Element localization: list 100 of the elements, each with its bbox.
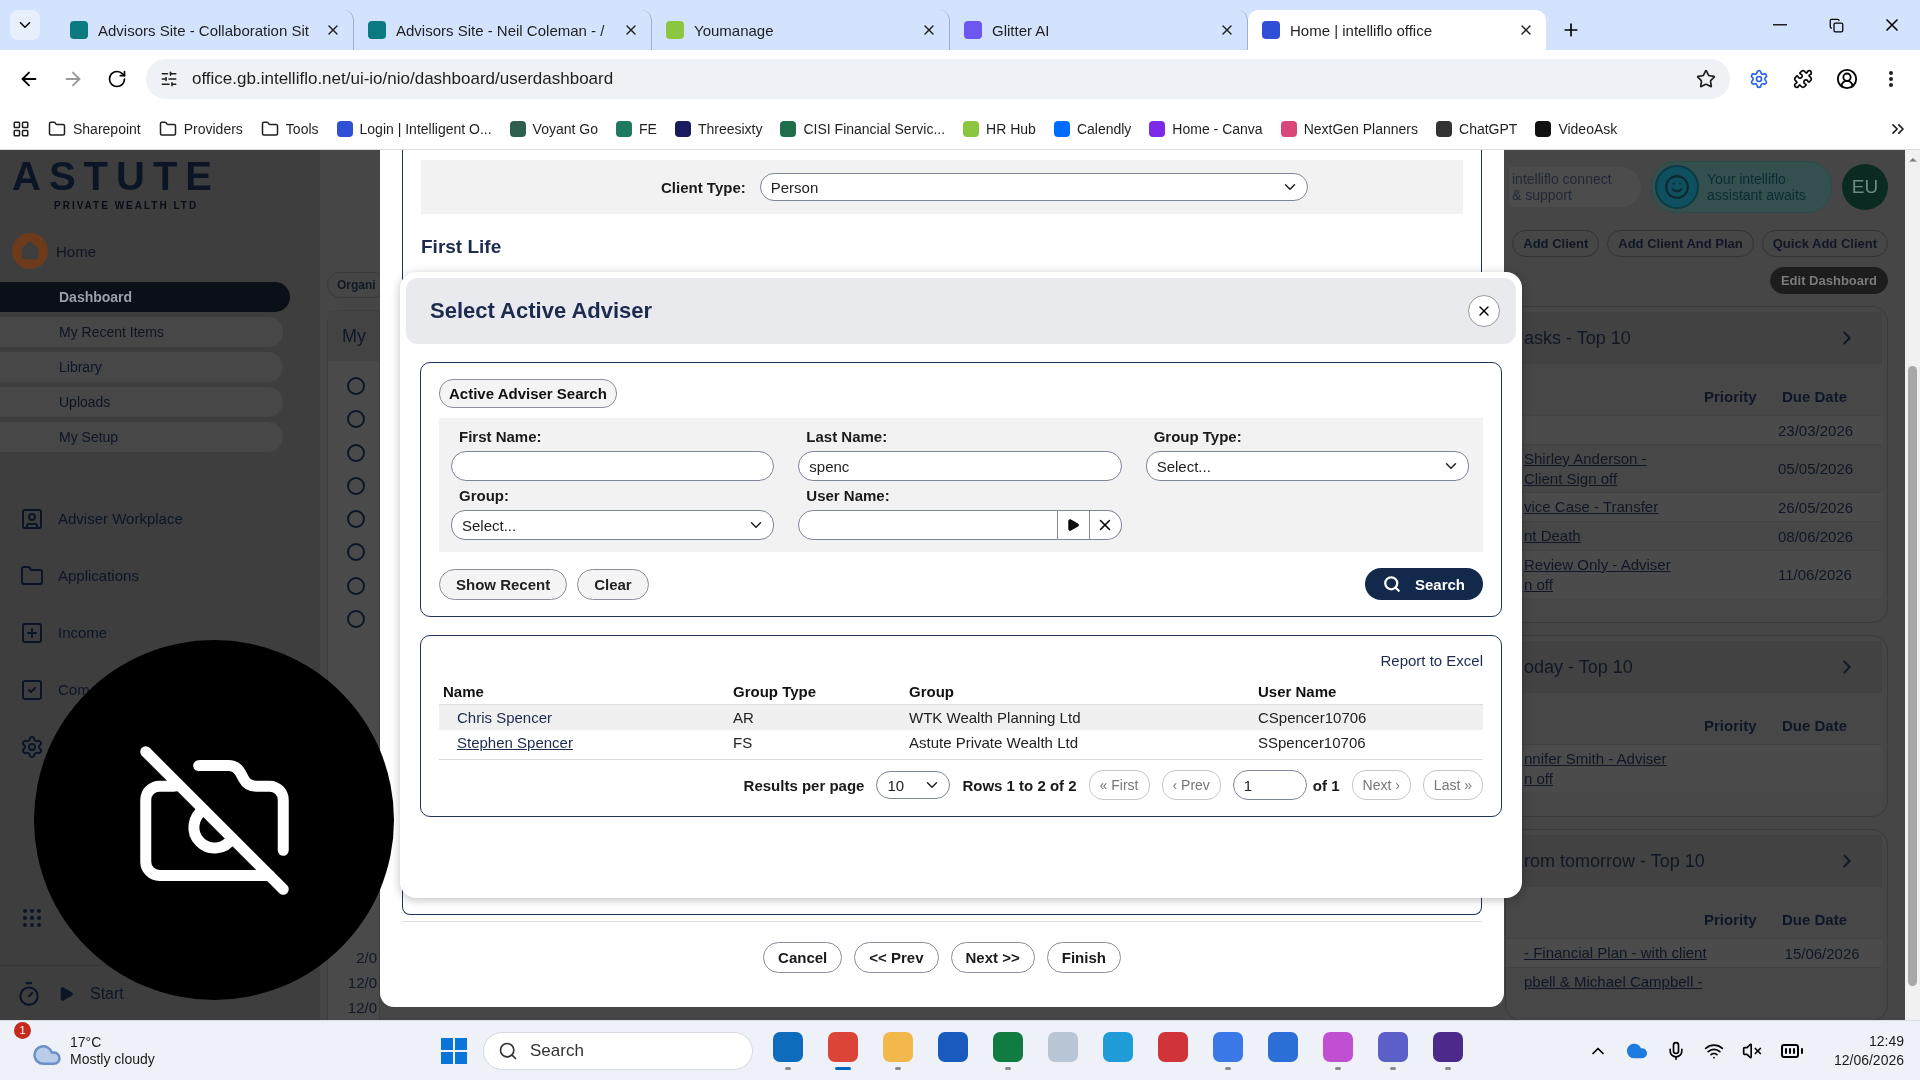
- table-cell: AR: [729, 705, 905, 730]
- bookmark[interactable]: Providers: [158, 119, 243, 138]
- user-avatar[interactable]: EU: [1842, 164, 1888, 210]
- bookmark[interactable]: Login | Intelligent O...: [336, 120, 492, 137]
- due-date: 05/05/2026: [1778, 460, 1854, 477]
- bookmark[interactable]: Threesixty: [674, 120, 763, 137]
- muted-speaker-icon[interactable]: [1741, 1040, 1762, 1061]
- dialog-title: Select Active Adviser: [430, 298, 653, 324]
- bookmark[interactable]: Voyant Go: [509, 120, 598, 137]
- action-button[interactable]: Show Recent: [439, 568, 568, 600]
- address-bar[interactable]: office.gb.intelliflo.net/ui-io/nio/dashboard/userdashboard: [146, 59, 1730, 99]
- clear-field-button[interactable]: [1089, 510, 1122, 540]
- column-header: Priority: [1703, 387, 1758, 407]
- field-label: Client Type:: [661, 178, 746, 196]
- column-header: Due Date: [1781, 387, 1849, 407]
- field-label: Last Name:: [805, 428, 889, 445]
- weather-description[interactable]: Mostly cloudy: [70, 1050, 155, 1068]
- due-date: 08/06/2026: [1778, 527, 1854, 545]
- table-cell: CSpencer10706: [1254, 705, 1483, 730]
- app-icon[interactable]: [1378, 1031, 1408, 1062]
- bookmark[interactable]: NextGen Planners: [1280, 120, 1419, 137]
- temperature[interactable]: 17°C: [70, 1033, 155, 1051]
- bookmark[interactable]: CISI Financial Servic...: [780, 120, 946, 137]
- column-header: Due Date: [1781, 716, 1849, 736]
- close-button[interactable]: [1468, 295, 1500, 327]
- bookmark[interactable]: VideoAsk: [1535, 120, 1618, 137]
- wizard-button[interactable]: Finish: [1046, 942, 1121, 973]
- radio-button[interactable]: [347, 443, 365, 462]
- bookmark[interactable]: Tools: [260, 119, 319, 138]
- panel-legend: Active Adviser Search: [439, 379, 617, 408]
- app-icon[interactable]: [938, 1031, 968, 1062]
- group-type-select[interactable]: Select...: [1145, 451, 1469, 481]
- field-label: First Name:: [458, 428, 543, 445]
- due-date: 11/06/2026: [1778, 566, 1852, 583]
- wizard-button[interactable]: Next >>: [950, 942, 1035, 973]
- scrollbar-thumb[interactable]: [1908, 366, 1917, 986]
- taskbar-search[interactable]: Search: [483, 1031, 753, 1070]
- bookmark[interactable]: FE: [616, 120, 657, 137]
- bookmark[interactable]: HR Hub: [963, 120, 1036, 137]
- column-header: Priority: [1703, 716, 1758, 736]
- group-select[interactable]: Select...: [451, 510, 775, 540]
- app-icon[interactable]: [1268, 1031, 1298, 1062]
- search-button[interactable]: Search: [1364, 568, 1483, 600]
- table-cell: WTK Wealth Planning Ltd: [905, 705, 1254, 730]
- radio-button[interactable]: [347, 410, 365, 429]
- clock[interactable]: 12:49 12/06/2026: [1833, 1032, 1904, 1069]
- menu-icon: [1889, 71, 1893, 87]
- app-icon[interactable]: [1433, 1031, 1463, 1062]
- folder-icon: [260, 119, 279, 138]
- star-icon[interactable]: [1696, 69, 1716, 89]
- home-icon: [12, 233, 48, 269]
- due-date: 23/03/2026: [1778, 421, 1854, 439]
- radio-button[interactable]: [347, 543, 365, 562]
- app-icon[interactable]: [1158, 1031, 1188, 1062]
- bookmark[interactable]: Calendly: [1053, 120, 1132, 137]
- column-header: Due Date: [1781, 910, 1849, 930]
- app-icon[interactable]: [773, 1031, 803, 1062]
- due-date: 15/06/2026: [1784, 944, 1860, 962]
- radio-button[interactable]: [347, 576, 365, 595]
- field-label: Group:: [458, 487, 510, 504]
- wizard-button[interactable]: << Prev: [854, 942, 939, 973]
- radio-button[interactable]: [347, 610, 365, 629]
- wizard-button[interactable]: Cancel: [763, 942, 843, 973]
- client-type-select[interactable]: Person: [759, 173, 1308, 201]
- adviser-name-link[interactable]: Chris Spencer: [439, 705, 729, 730]
- notification-badge: 1: [14, 1021, 31, 1039]
- edit-dashboard-button[interactable]: Edit Dashboard: [1769, 267, 1888, 294]
- site-settings-icon[interactable]: [160, 70, 178, 88]
- bookmark[interactable]: ChatGPT: [1436, 120, 1518, 137]
- gear-icon: [1749, 69, 1769, 89]
- start-icon[interactable]: [440, 1036, 468, 1065]
- scrollbar[interactable]: [1905, 150, 1920, 1020]
- app-icon[interactable]: [993, 1031, 1023, 1062]
- lookup-button[interactable]: [1057, 510, 1090, 540]
- user-name-field[interactable]: [798, 510, 1058, 540]
- column-header: Priority: [1703, 910, 1758, 930]
- field-label: User Name:: [805, 487, 891, 504]
- radio-button[interactable]: [347, 476, 365, 495]
- play-icon: [1066, 518, 1081, 532]
- action-button[interactable]: Clear: [577, 568, 649, 600]
- search-icon: [498, 1040, 518, 1061]
- apps-icon[interactable]: [12, 119, 30, 138]
- first-name-field[interactable]: [451, 451, 775, 481]
- per-page-label: Results per page: [743, 776, 865, 794]
- radio-button[interactable]: [347, 510, 365, 529]
- due-date: 26/05/2026: [1778, 498, 1854, 516]
- tab-search-button[interactable]: [10, 10, 40, 40]
- browser-tab[interactable]: Home | intelliflo office: [1248, 10, 1546, 50]
- check-square-icon[interactable]: [20, 677, 44, 702]
- assistant-logo-icon: [1655, 165, 1699, 209]
- profile-icon: [1836, 68, 1858, 90]
- bookmark[interactable]: Sharepoint: [48, 119, 141, 138]
- date-text: 2/0: [355, 949, 377, 967]
- page-count: of 1: [1312, 776, 1340, 794]
- report-link[interactable]: Report to Excel: [1380, 652, 1483, 669]
- radio-button[interactable]: [347, 377, 365, 395]
- nav-item[interactable]: Dashboard: [0, 281, 290, 312]
- last-name-field[interactable]: spenc: [798, 451, 1122, 481]
- restore-icon: [1828, 17, 1844, 33]
- bookmark[interactable]: Home - Canva: [1149, 120, 1263, 137]
